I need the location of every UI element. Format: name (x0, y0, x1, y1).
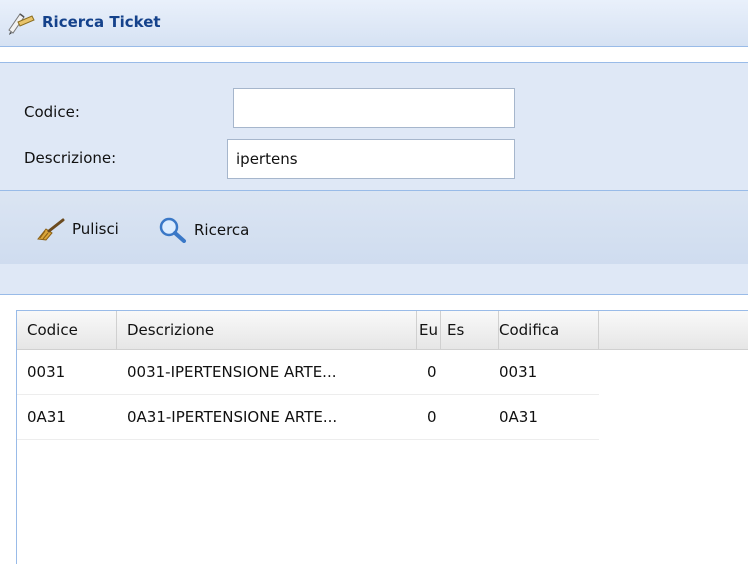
cell-descrizione: 0031-IPERTENSIONE ARTE... (127, 363, 337, 381)
cell-eu: 0 (427, 408, 437, 426)
cell-es (441, 350, 487, 394)
descrizione-input[interactable] (227, 139, 515, 179)
magnifier-icon (159, 217, 186, 243)
toolbar: Pulisci Ricerca (0, 190, 748, 266)
cell-es (441, 395, 487, 439)
ricerca-label: Ricerca (194, 221, 250, 239)
search-form: Codice: Descrizione: (0, 62, 748, 191)
panel-header: Ricerca Ticket (0, 0, 748, 47)
divider-band (0, 264, 748, 295)
column-header-codifica[interactable]: Codifica (487, 311, 599, 349)
codice-input[interactable] (233, 88, 515, 128)
codice-label: Codice: (24, 103, 80, 121)
cell-codifica: 0A31 (499, 408, 538, 426)
pulisci-label: Pulisci (72, 220, 119, 238)
results-grid: Codice Descrizione Eu Es Codifica 0031 0… (16, 310, 748, 564)
cell-codice: 0A31 (27, 408, 66, 426)
descrizione-label: Descrizione: (24, 149, 117, 167)
column-header-descrizione[interactable]: Descrizione (117, 311, 417, 349)
cell-eu: 0 (427, 363, 437, 381)
column-header-codice[interactable]: Codice (17, 311, 117, 349)
pulisci-button[interactable]: Pulisci (36, 217, 119, 241)
broom-icon (37, 218, 65, 241)
panel-title: Ricerca Ticket (42, 13, 161, 31)
column-header-eu[interactable]: Eu (417, 311, 441, 349)
cell-descrizione: 0A31-IPERTENSIONE ARTE... (127, 408, 338, 426)
table-row[interactable]: 0031 0031-IPERTENSIONE ARTE... 0 0031 (17, 350, 599, 395)
cell-codice: 0031 (27, 363, 66, 381)
table-row[interactable]: 0A31 0A31-IPERTENSIONE ARTE... 0 0A31 (17, 395, 599, 440)
ricerca-button[interactable]: Ricerca (158, 217, 249, 243)
grid-header: Codice Descrizione Eu Es Codifica (17, 311, 748, 350)
pencil-ruler-icon (8, 13, 35, 35)
cell-codifica: 0031 (499, 363, 538, 381)
